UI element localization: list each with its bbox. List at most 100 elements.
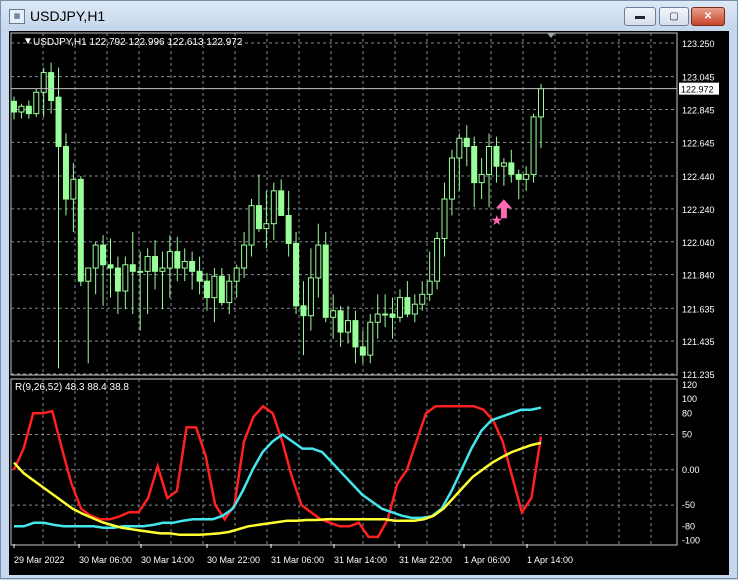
candle-body [419,293,426,305]
candle-body [434,237,441,282]
candle-body [144,256,151,272]
candle [114,256,121,315]
candle-body [255,205,262,230]
candle [478,157,485,200]
candle [419,281,426,311]
x-tick-label: 1 Apr 06:00 [464,555,510,565]
close-icon[interactable]: ✕ [691,7,725,26]
candle-body [493,145,500,167]
candle-body [389,313,396,318]
indicator-tick-label: 100 [682,394,697,404]
x-tick-label: 29 Mar 2022 [14,555,65,565]
candle [307,248,314,331]
candle [55,67,62,369]
candle [389,297,396,339]
candle [411,294,418,323]
price-tick-label: 123.250 [682,39,715,49]
candle-body [285,214,292,244]
candle [471,136,478,208]
chart-canvas[interactable]: ★ 123.250 123.045 122.845 122.645 122.440 122… [9,31,729,575]
maximize-icon[interactable]: ▢ [659,7,689,26]
candle-body [448,157,455,200]
candle-body [307,277,314,317]
candle-body [107,264,114,269]
candle [62,133,69,216]
candle-body [152,256,159,272]
candle-body [211,275,218,299]
candle-body [218,275,225,304]
indicator-tick-label: 0.00 [682,465,700,475]
candle [189,251,196,290]
candles-layer: ★ [11,62,544,369]
candle-body [441,198,448,239]
candle-body [263,223,270,230]
price-tick-label: 121.435 [682,337,715,347]
chart-shift-marker [547,33,555,38]
price-tick-label: 122.240 [682,205,715,215]
candle [441,182,448,257]
candle [315,223,322,298]
candle [263,190,270,249]
candle [523,166,530,191]
candle [278,179,285,216]
candle [463,125,470,167]
candle [218,268,225,306]
candle-body [203,280,210,299]
candle [500,157,507,186]
candle-body [337,310,344,333]
current-price-label: 122.972 [681,85,714,95]
chart-area[interactable]: ★ 123.250 123.045 122.845 122.645 122.440 122… [9,31,729,575]
candle [85,267,92,364]
candle-body [33,91,40,115]
candle-body [114,267,121,292]
candle [92,241,99,295]
candle-body [137,270,144,273]
candle [33,88,40,117]
candle-body [241,244,248,269]
candle-body [530,116,537,175]
candle-body [270,190,277,225]
candle-body [396,297,403,318]
candle-body [248,205,255,246]
candle [122,256,129,310]
candle [18,103,25,119]
candle-body [515,173,522,180]
candle-body [426,280,433,295]
candle-body [85,267,92,282]
x-tick-label: 1 Apr 14:00 [527,555,573,565]
window-title: USDJPY,H1 [30,8,106,24]
candle-body [166,251,173,269]
indicator-tick-label: 120 [682,380,697,390]
candle-body [48,72,55,101]
candle-body [92,244,99,269]
candle [181,248,188,282]
candle [203,272,210,311]
price-tick-label: 122.040 [682,238,715,248]
title-bar[interactable]: ▦ USDJPY,H1 ▬ ▢ ✕ [1,1,737,31]
price-tick-label: 122.645 [682,138,715,148]
candle-body [508,162,515,175]
candle [382,294,389,328]
candle-body [278,190,285,216]
price-panel-frame [10,32,678,376]
candle-body [181,260,188,269]
candle-body [189,260,196,272]
candle [456,133,463,191]
candle [107,238,114,298]
minimize-icon[interactable]: ▬ [624,7,656,26]
candle-body [25,105,32,115]
candle-body [159,267,166,272]
candle [129,231,136,315]
x-tick-label: 30 Mar 14:00 [141,555,194,565]
candle-body [300,305,307,317]
candle [196,256,203,295]
candle [152,240,159,290]
candle-body [174,251,181,269]
candle-body [315,244,322,279]
candle [515,169,522,200]
candle-body [55,96,62,147]
candle-body [500,162,507,167]
candle-body [122,264,129,292]
indicator-tick-label: 50 [682,429,692,439]
candle [508,149,515,183]
